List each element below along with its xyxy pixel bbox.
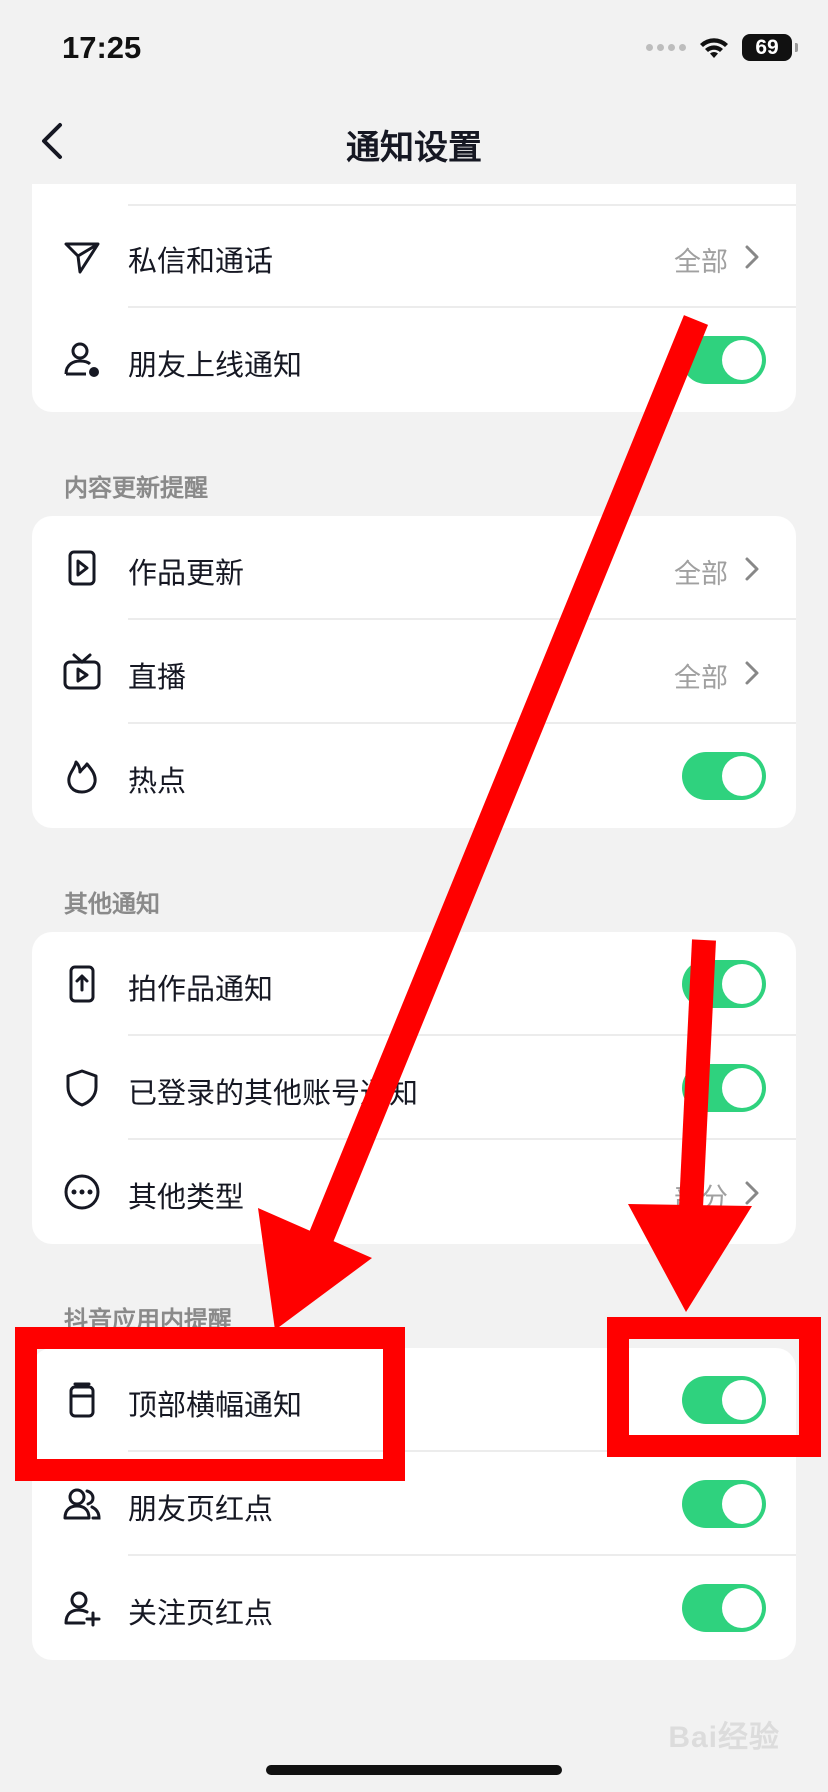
banner-icon [62,1380,102,1420]
toggle-knob [722,340,762,380]
in-app-reminders-card: 顶部横幅通知 朋友页红点 关注页红点 [32,1348,796,1660]
settings-row-other-types[interactable]: 其他类型 部分 [32,1140,796,1244]
navigation-bar: 通知设置 [0,100,828,184]
friends-icon [62,1484,102,1524]
row-label: 拍作品通知 [128,972,274,1006]
flame-icon [62,756,102,796]
row-value: 全部 [674,663,728,694]
chevron-right-icon [745,245,759,269]
row-label: 顶部横幅通知 [128,1388,303,1422]
settings-row-works-update[interactable]: 作品更新 全部 [32,516,796,620]
settings-row-friends-dot: 朋友页红点 [32,1452,796,1556]
shoot-works-toggle[interactable] [682,960,766,1008]
row-value: 全部 [674,559,728,590]
row-label: 直播 [128,660,187,694]
section-header-other: 其他通知 [64,890,160,918]
battery-indicator: 69 [742,34,798,61]
phone-upload-icon [62,964,102,1004]
row-label: 作品更新 [128,556,245,590]
row-value: 全部 [674,247,728,278]
follow-add-icon [62,1588,102,1628]
cellular-signal-icon [646,44,686,51]
status-icons: 69 [646,34,798,61]
follow-dot-toggle[interactable] [682,1584,766,1632]
tv-icon [62,652,102,692]
messages-card: 私信和通话 全部 朋友上线通知 [32,184,796,412]
row-label: 已登录的其他账号通知 [128,1076,419,1110]
chevron-right-icon [745,557,759,581]
row-label: 其他类型 [128,1180,245,1214]
home-indicator[interactable] [266,1765,562,1775]
settings-row-follow-dot: 关注页红点 [32,1556,796,1660]
settings-row-hot: 热点 [32,724,796,828]
friend-online-toggle[interactable] [682,336,766,384]
toggle-knob [722,1588,762,1628]
settings-row-friend-online: 朋友上线通知 [32,308,796,412]
user-online-icon [62,340,102,380]
settings-row-messages[interactable]: 私信和通话 全部 [32,204,796,308]
row-label: 朋友页红点 [128,1492,274,1526]
chevron-right-icon [745,661,759,685]
other-accounts-toggle[interactable] [682,1064,766,1112]
row-label: 热点 [128,764,187,798]
toggle-knob [722,756,762,796]
wifi-icon [700,37,728,58]
row-value: 部分 [674,1183,728,1214]
toggle-knob [722,1068,762,1108]
send-icon [62,236,102,276]
section-header-in-app: 抖音应用内提醒 [64,1306,232,1334]
settings-row-top-banner: 顶部横幅通知 [32,1348,796,1452]
watermark: Bai经验 [668,1721,780,1754]
top-banner-toggle[interactable] [682,1376,766,1424]
toggle-knob [722,964,762,1004]
friends-dot-toggle[interactable] [682,1480,766,1528]
toggle-knob [722,1484,762,1524]
video-update-icon [62,548,102,588]
settings-row-live[interactable]: 直播 全部 [32,620,796,724]
settings-row-shoot-works: 拍作品通知 [32,932,796,1036]
settings-row-other-accounts: 已登录的其他账号通知 [32,1036,796,1140]
more-icon [62,1172,102,1212]
toggle-knob [722,1380,762,1420]
page-title: 通知设置 [346,128,482,168]
chevron-right-icon [745,1181,759,1205]
row-label: 关注页红点 [128,1596,274,1630]
section-header-content: 内容更新提醒 [64,474,208,502]
status-bar: 17:25 69 [0,0,828,100]
row-label: 私信和通话 [128,244,274,278]
other-notifications-card: 拍作品通知 已登录的其他账号通知 其他类型 部分 [32,932,796,1244]
row-label: 朋友上线通知 [128,348,303,382]
shield-icon [62,1068,102,1108]
status-time: 17:25 [62,30,142,65]
hot-toggle[interactable] [682,752,766,800]
content-update-card: 作品更新 全部 直播 全部 热点 [32,516,796,828]
